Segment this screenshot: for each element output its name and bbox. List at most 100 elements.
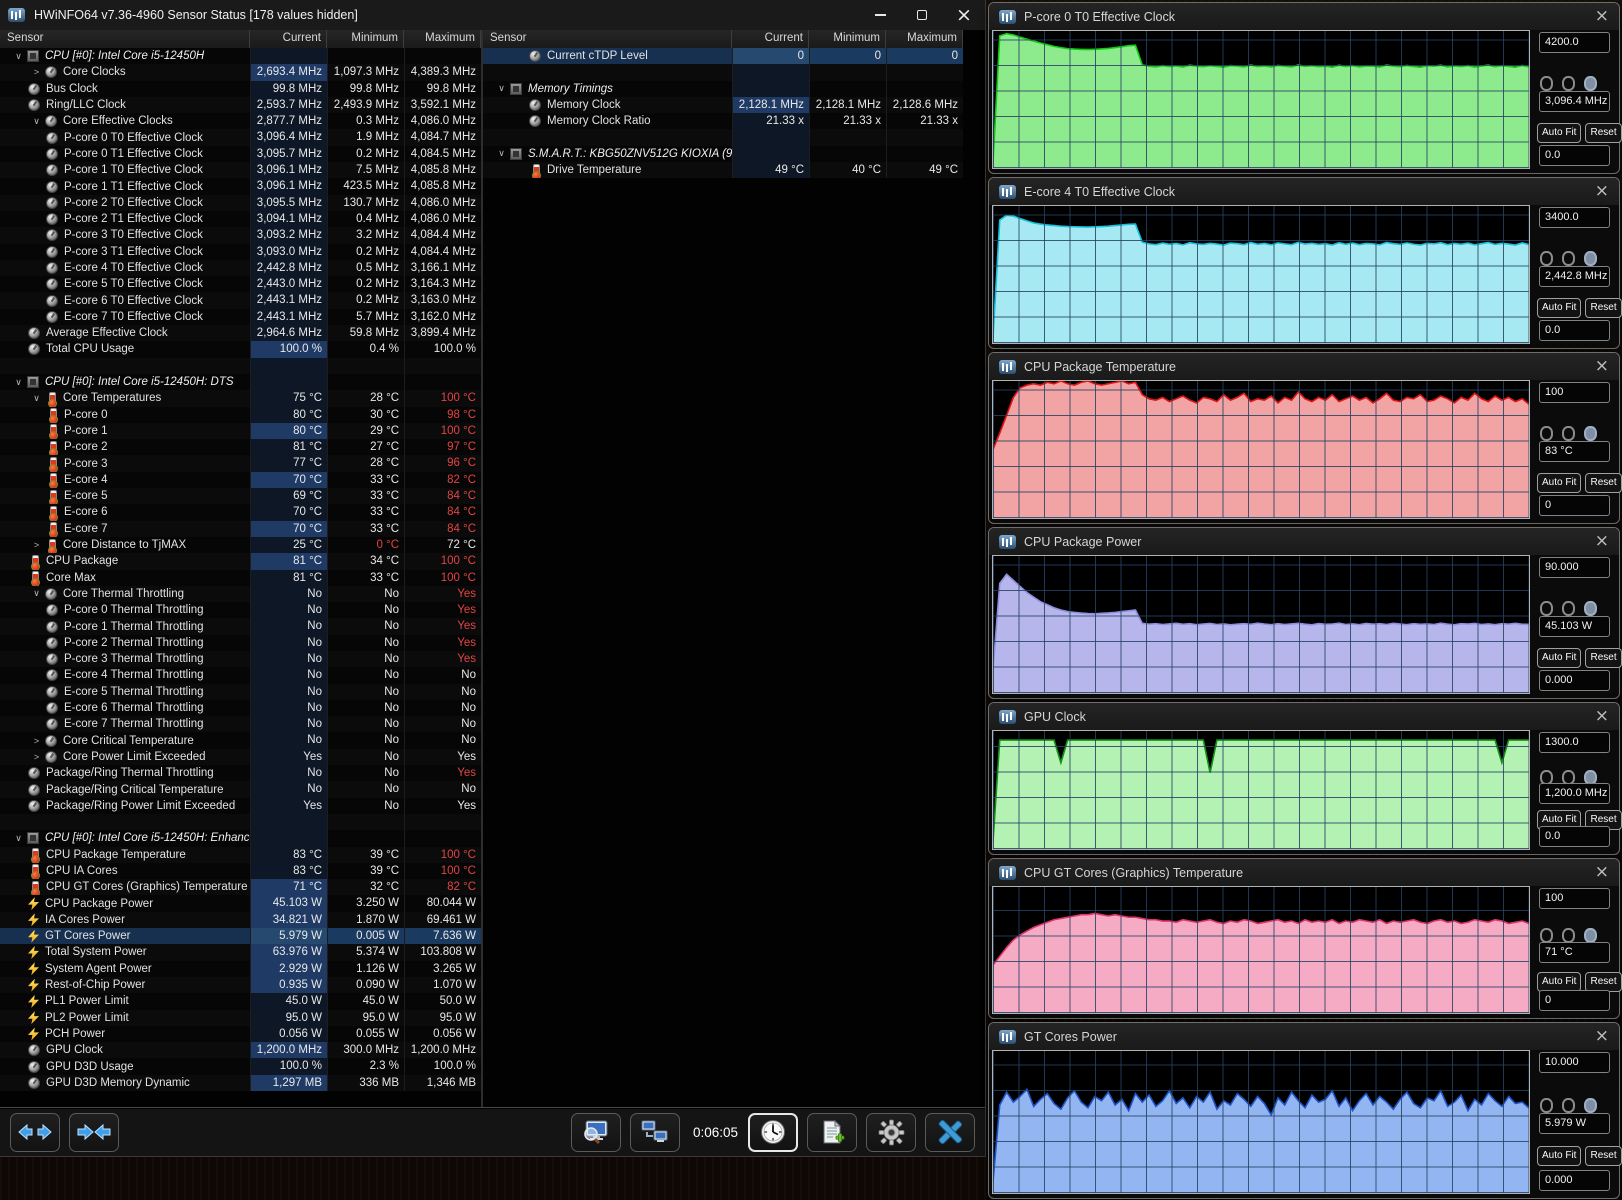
collapse-chevron-icon[interactable]: ∨ [493, 83, 510, 94]
sensor-row[interactable]: >Core Power Limit ExceededYesNoYes [0, 749, 481, 765]
reset-button[interactable]: Reset [1585, 648, 1621, 668]
sensor-row[interactable]: E-core 5 T0 Effective Clock2,443.0 MHz0.… [0, 276, 481, 292]
sensor-row[interactable]: CPU GT Cores (Graphics) Temperature71 °C… [0, 879, 481, 895]
sensor-row[interactable]: E-core 6 Thermal ThrottlingNoNoNo [0, 700, 481, 716]
sensor-row[interactable]: E-core 7 Thermal ThrottlingNoNoNo [0, 716, 481, 732]
sensor-group-row[interactable]: ∨CPU [#0]: Intel Core i5-12450H: Enhance… [0, 830, 481, 846]
collapse-chevron-icon[interactable]: ∨ [28, 588, 45, 599]
expand-chevron-icon[interactable]: > [28, 540, 45, 550]
graph-panel-titlebar[interactable]: GT Cores Power× [989, 1023, 1619, 1050]
sensor-row[interactable]: Total System Power63.976 W5.374 W103.808… [0, 944, 481, 960]
collapse-chevron-icon[interactable]: ∨ [10, 377, 27, 388]
pen-option-icon[interactable] [1562, 601, 1575, 616]
sensor-row[interactable]: System Agent Power2.929 W1.126 W3.265 W [0, 961, 481, 977]
sensor-row[interactable]: Current cTDP Level000 [483, 48, 963, 64]
pen-option-icon[interactable] [1540, 601, 1553, 616]
window-titlebar[interactable]: HWiNFO64 v7.36-4960 Sensor Status [178 v… [0, 0, 985, 30]
sensor-row[interactable]: P-core 1 Thermal ThrottlingNoNoYes [0, 618, 481, 634]
sensor-row[interactable]: IA Cores Power34.821 W1.870 W69.461 W [0, 912, 481, 928]
sensor-row[interactable]: P-core 1 T0 Effective Clock3,096.1 MHz7.… [0, 162, 481, 178]
graph-close-icon[interactable]: × [1595, 8, 1609, 25]
reset-button[interactable]: Reset [1585, 1146, 1621, 1166]
close-button[interactable]: × [943, 0, 985, 30]
sensor-row[interactable]: GPU D3D Memory Dynamic1,297 MB336 MB1,34… [0, 1075, 481, 1091]
collapse-chevron-icon[interactable]: ∨ [10, 51, 27, 62]
auto-fit-button[interactable]: Auto Fit [1537, 473, 1581, 493]
reset-button[interactable]: Reset [1585, 972, 1621, 992]
sensor-row[interactable]: CPU Package81 °C34 °C100 °C [0, 553, 481, 569]
sensor-row[interactable]: PL1 Power Limit45.0 W45.0 W50.0 W [0, 993, 481, 1009]
remote-monitoring-button[interactable] [630, 1113, 680, 1152]
graph-panel-titlebar[interactable]: GPU Clock× [989, 703, 1619, 730]
sensor-group-row[interactable]: ∨S.M.A.R.T.: KBG50ZNV512G KIOXIA (92B... [483, 146, 963, 162]
reset-button[interactable]: Reset [1585, 473, 1621, 493]
clock-button[interactable] [748, 1113, 798, 1152]
pen-option-icon[interactable] [1584, 76, 1597, 91]
column-header-sensor[interactable]: Sensor [0, 30, 250, 48]
graph-panel-titlebar[interactable]: E-core 4 T0 Effective Clock× [989, 178, 1619, 205]
sensor-row[interactable]: P-core 1 T1 Effective Clock3,096.1 MHz42… [0, 178, 481, 194]
expand-chevron-icon[interactable]: > [28, 736, 45, 746]
pen-option-icon[interactable] [1562, 928, 1575, 943]
sensor-row[interactable]: E-core 7 T0 Effective Clock2,443.1 MHz5.… [0, 309, 481, 325]
pen-option-icon[interactable] [1540, 251, 1553, 266]
sensor-row[interactable]: Rest-of-Chip Power0.935 W0.090 W1.070 W [0, 977, 481, 993]
graph-close-icon[interactable]: × [1595, 708, 1609, 725]
graph-panel-titlebar[interactable]: P-core 0 T0 Effective Clock× [989, 3, 1619, 30]
sensor-row[interactable]: Package/Ring Critical TemperatureNoNoNo [0, 781, 481, 797]
sensor-group-row[interactable]: ∨Memory Timings [483, 81, 963, 97]
pen-option-icon[interactable] [1584, 928, 1597, 943]
sensor-row[interactable]: CPU Package Power45.103 W3.250 W80.044 W [0, 895, 481, 911]
pen-option-icon[interactable] [1584, 426, 1597, 441]
sensor-row[interactable]: P-core 2 Thermal ThrottlingNoNoYes [0, 635, 481, 651]
sensor-row[interactable]: E-core 4 T0 Effective Clock2,442.8 MHz0.… [0, 260, 481, 276]
system-summary-button[interactable] [571, 1113, 621, 1152]
sensor-row[interactable]: Memory Clock Ratio21.33 x21.33 x21.33 x [483, 113, 963, 129]
sensor-row[interactable]: E-core 470 °C33 °C82 °C [0, 472, 481, 488]
pen-option-icon[interactable] [1540, 76, 1553, 91]
sensor-row[interactable]: GT Cores Power5.979 W0.005 W7.636 W [0, 928, 481, 944]
column-header-maximum[interactable]: Maximum [886, 30, 963, 48]
column-header-maximum[interactable]: Maximum [404, 30, 481, 48]
auto-fit-button[interactable]: Auto Fit [1537, 123, 1581, 143]
sensor-row[interactable]: P-core 180 °C29 °C100 °C [0, 423, 481, 439]
auto-fit-button[interactable]: Auto Fit [1537, 648, 1581, 668]
sensor-row[interactable]: E-core 670 °C33 °C84 °C [0, 504, 481, 520]
sensor-row[interactable]: P-core 0 Thermal ThrottlingNoNoYes [0, 602, 481, 618]
settings-button[interactable] [866, 1113, 916, 1152]
collapse-chevron-icon[interactable]: ∨ [10, 833, 27, 844]
sensor-row[interactable]: P-core 3 Thermal ThrottlingNoNoYes [0, 651, 481, 667]
pen-option-icon[interactable] [1540, 928, 1553, 943]
pen-option-icon[interactable] [1584, 1098, 1597, 1113]
pen-option-icon[interactable] [1562, 76, 1575, 91]
pen-option-icon[interactable] [1562, 426, 1575, 441]
graph-close-icon[interactable]: × [1595, 533, 1609, 550]
maximize-button[interactable] [901, 0, 943, 30]
collapse-columns-button[interactable] [69, 1113, 119, 1152]
sensor-row[interactable]: GPU Clock1,200.0 MHz300.0 MHz1,200.0 MHz [0, 1042, 481, 1058]
collapse-chevron-icon[interactable]: ∨ [28, 116, 45, 127]
sensor-row[interactable]: GPU D3D Usage100.0 %2.3 %100.0 % [0, 1058, 481, 1074]
sensor-row[interactable]: P-core 2 T1 Effective Clock3,094.1 MHz0.… [0, 211, 481, 227]
sensor-row[interactable]: P-core 3 T1 Effective Clock3,093.0 MHz0.… [0, 244, 481, 260]
sensor-row[interactable]: Package/Ring Thermal ThrottlingNoNoYes [0, 765, 481, 781]
graph-panel-titlebar[interactable]: CPU Package Power× [989, 528, 1619, 555]
auto-fit-button[interactable]: Auto Fit [1537, 972, 1581, 992]
reset-button[interactable]: Reset [1585, 123, 1621, 143]
graph-panel-titlebar[interactable]: CPU GT Cores (Graphics) Temperature× [989, 859, 1619, 886]
sensor-row[interactable]: P-core 2 T0 Effective Clock3,095.5 MHz13… [0, 195, 481, 211]
sensor-row[interactable]: Total CPU Usage100.0 %0.4 %100.0 % [0, 341, 481, 357]
sensor-row[interactable]: E-core 770 °C33 °C84 °C [0, 521, 481, 537]
sensor-row[interactable]: Drive Temperature49 °C40 °C49 °C [483, 162, 963, 178]
sensor-row[interactable]: P-core 3 T0 Effective Clock3,093.2 MHz3.… [0, 227, 481, 243]
sensor-row[interactable]: ∨Core Thermal ThrottlingNoNoYes [0, 586, 481, 602]
sensor-group-row[interactable]: ∨CPU [#0]: Intel Core i5-12450H [0, 48, 481, 64]
column-header-current[interactable]: Current [250, 30, 327, 48]
sensor-row[interactable]: P-core 0 T1 Effective Clock3,095.7 MHz0.… [0, 146, 481, 162]
pen-option-icon[interactable] [1584, 251, 1597, 266]
sensor-row[interactable]: P-core 0 T0 Effective Clock3,096.4 MHz1.… [0, 129, 481, 145]
graph-close-icon[interactable]: × [1595, 864, 1609, 881]
sensor-row[interactable]: Package/Ring Power Limit ExceededYesNoYe… [0, 798, 481, 814]
sensor-row[interactable]: CPU IA Cores83 °C39 °C100 °C [0, 863, 481, 879]
sensor-row[interactable]: Bus Clock99.8 MHz99.8 MHz99.8 MHz [0, 81, 481, 97]
